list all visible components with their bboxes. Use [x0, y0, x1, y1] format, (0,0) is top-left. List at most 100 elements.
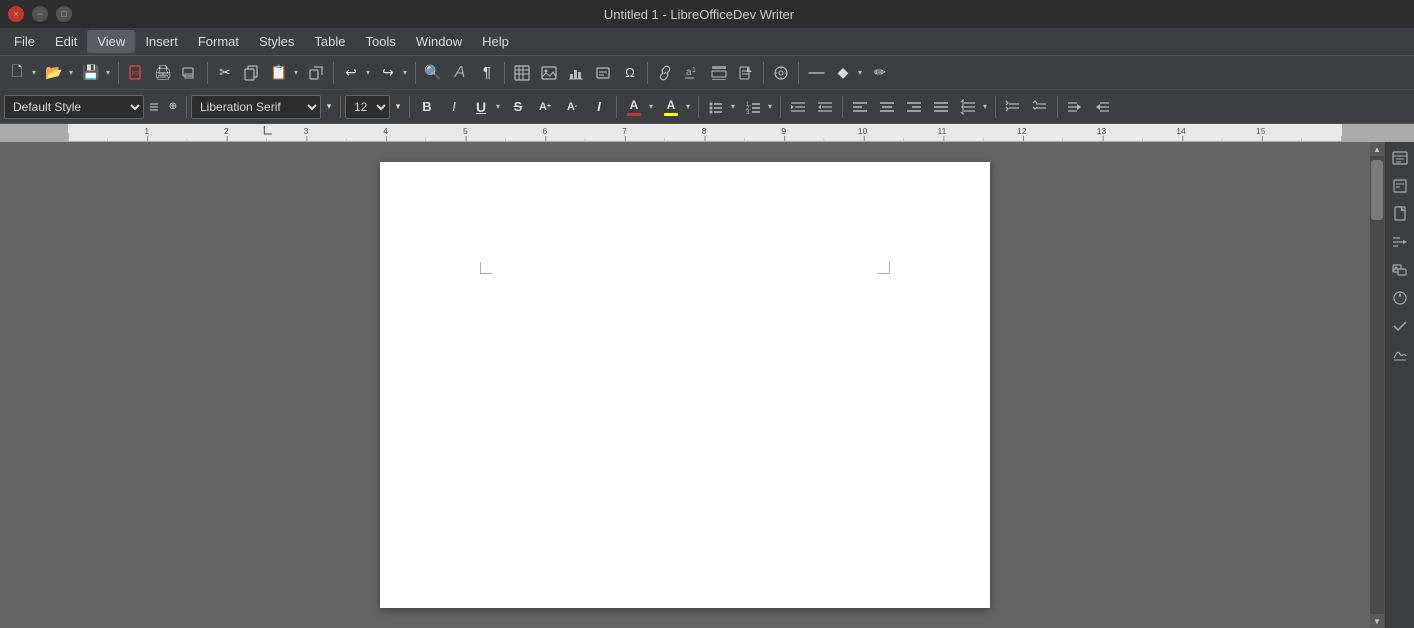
open-document-arrow[interactable]: ▾ — [66, 60, 76, 86]
page-break-button[interactable] — [733, 60, 759, 86]
highlight-button[interactable]: A — [659, 94, 683, 120]
new-style-button[interactable]: ⊕ — [164, 94, 182, 120]
header-footer-button[interactable] — [706, 60, 732, 86]
para-spacing-decrease-button[interactable] — [1027, 94, 1053, 120]
hyperlink-button[interactable] — [652, 60, 678, 86]
find-replace-button[interactable]: 🔍 — [420, 60, 446, 86]
line-spacing-arrow[interactable]: ▾ — [980, 94, 990, 120]
list-bullet-arrow[interactable]: ▾ — [728, 94, 738, 120]
insert-image-button[interactable] — [536, 60, 562, 86]
line-spacing-btn-group[interactable]: ▾ — [955, 93, 991, 121]
close-button[interactable]: × — [8, 6, 24, 22]
list-number-button[interactable]: 1.2.3. — [741, 94, 765, 120]
shapes-button[interactable]: ◆ — [831, 60, 855, 86]
font-size-select[interactable]: 12 — [345, 95, 390, 119]
indent-increase-button[interactable] — [812, 94, 838, 120]
scroll-thumb[interactable] — [1371, 160, 1383, 220]
list-bullet-button[interactable] — [704, 94, 728, 120]
character-style-button[interactable]: A — [447, 60, 473, 86]
menu-edit[interactable]: Edit — [45, 30, 87, 53]
list-bullet-btn-group[interactable]: ▾ — [703, 93, 739, 121]
redo-btn-group[interactable]: ↪ ▾ — [375, 59, 411, 87]
redo-button[interactable]: ↪ — [376, 60, 400, 86]
clone-formatting-button[interactable] — [303, 60, 329, 86]
underline-button[interactable]: U — [469, 94, 493, 120]
character-shadow-button[interactable]: I — [586, 94, 612, 120]
undo-arrow[interactable]: ▾ — [363, 60, 373, 86]
menu-view[interactable]: View — [87, 30, 135, 53]
paste-button[interactable]: 📋 — [267, 60, 291, 86]
insert-table-button[interactable] — [509, 60, 535, 86]
superscript-button[interactable]: A+ — [532, 94, 558, 120]
cut-button[interactable]: ✂ — [212, 60, 238, 86]
align-justify-button[interactable] — [928, 94, 954, 120]
scroll-up-button[interactable]: ▲ — [1370, 142, 1384, 156]
shapes-btn-group[interactable]: ◆ ▾ — [830, 59, 866, 87]
open-document-button[interactable]: 📂 — [42, 60, 66, 86]
maximize-button[interactable]: □ — [56, 6, 72, 22]
style-list-button[interactable] — [145, 94, 163, 120]
new-document-button[interactable]: 🗋 — [5, 60, 29, 86]
undo-btn-group[interactable]: ↩ ▾ — [338, 59, 374, 87]
copy-button[interactable] — [239, 60, 265, 86]
font-color-button[interactable]: A — [622, 94, 646, 120]
highlight-arrow[interactable]: ▾ — [683, 94, 693, 120]
sidebar-properties-icon[interactable] — [1388, 146, 1412, 170]
paragraph-style-select[interactable]: Default Style — [4, 95, 144, 119]
paste-btn-group[interactable]: 📋 ▾ — [266, 59, 302, 87]
font-color-btn-group[interactable]: A ▾ — [621, 93, 657, 121]
cursor-button[interactable]: ✏ — [867, 60, 893, 86]
minimize-button[interactable]: − — [32, 6, 48, 22]
scroll-down-button[interactable]: ▼ — [1370, 614, 1384, 628]
underline-arrow[interactable]: ▾ — [493, 94, 503, 120]
highlight-btn-group[interactable]: A ▾ — [658, 93, 694, 121]
vertical-scrollbar[interactable]: ▲ ▼ — [1370, 142, 1384, 628]
list-number-btn-group[interactable]: 1.2.3. ▾ — [740, 93, 776, 121]
line-spacing-button[interactable] — [956, 94, 980, 120]
scroll-track[interactable] — [1370, 156, 1384, 614]
save-btn-group[interactable]: 💾 ▾ — [78, 59, 114, 87]
font-name-arrow[interactable]: ▾ — [322, 94, 336, 120]
indent-decrease-button[interactable] — [785, 94, 811, 120]
sidebar-navigator-2-icon[interactable] — [1388, 286, 1412, 310]
shapes-arrow[interactable]: ▾ — [855, 60, 865, 86]
font-color-arrow[interactable]: ▾ — [646, 94, 656, 120]
bold-button[interactable]: B — [414, 94, 440, 120]
print-button[interactable]: 🖨 — [150, 60, 176, 86]
save-arrow[interactable]: ▾ — [103, 60, 113, 86]
menu-insert[interactable]: Insert — [135, 30, 188, 53]
menu-styles[interactable]: Styles — [249, 30, 304, 53]
formatting-marks-button[interactable]: ¶ — [474, 60, 500, 86]
ruler[interactable]: 1 2 3 4 5 6 7 8 9 10 11 12 13 14 15 — [0, 124, 1414, 142]
sidebar-styles-icon[interactable] — [1388, 174, 1412, 198]
insert-line-button[interactable]: — — [803, 60, 829, 86]
sidebar-navigator-icon[interactable] — [1388, 230, 1412, 254]
align-right-button[interactable] — [901, 94, 927, 120]
menu-file[interactable]: File — [4, 30, 45, 53]
menu-tools[interactable]: Tools — [355, 30, 405, 53]
paste-arrow[interactable]: ▾ — [291, 60, 301, 86]
document-container[interactable] — [0, 142, 1370, 628]
ltr-button[interactable] — [1062, 94, 1088, 120]
sidebar-gallery-icon[interactable] — [1388, 258, 1412, 282]
subscript-button[interactable]: A- — [559, 94, 585, 120]
insert-text-frame-button[interactable] — [590, 60, 616, 86]
menu-format[interactable]: Format — [188, 30, 249, 53]
insert-chart-button[interactable] — [563, 60, 589, 86]
navigator-button[interactable] — [768, 60, 794, 86]
save-button[interactable]: 💾 — [79, 60, 103, 86]
menu-window[interactable]: Window — [406, 30, 472, 53]
align-center-button[interactable] — [874, 94, 900, 120]
insert-footnote-button[interactable]: a1 — [679, 60, 705, 86]
export-pdf-button[interactable]: PDF — [123, 60, 149, 86]
open-document-btn-group[interactable]: 📂 ▾ — [41, 59, 77, 87]
ruler-content[interactable]: 1 2 3 4 5 6 7 8 9 10 11 12 13 14 15 — [68, 124, 1342, 141]
sidebar-page-icon[interactable] — [1388, 202, 1412, 226]
strikethrough-button[interactable]: S — [505, 94, 531, 120]
document-page[interactable] — [380, 162, 990, 608]
font-size-arrow[interactable]: ▾ — [391, 94, 405, 120]
sidebar-signature-icon[interactable] — [1388, 342, 1412, 366]
insert-special-char-button[interactable]: Ω — [617, 60, 643, 86]
new-document-arrow[interactable]: ▾ — [29, 60, 39, 86]
menu-table[interactable]: Table — [304, 30, 355, 53]
